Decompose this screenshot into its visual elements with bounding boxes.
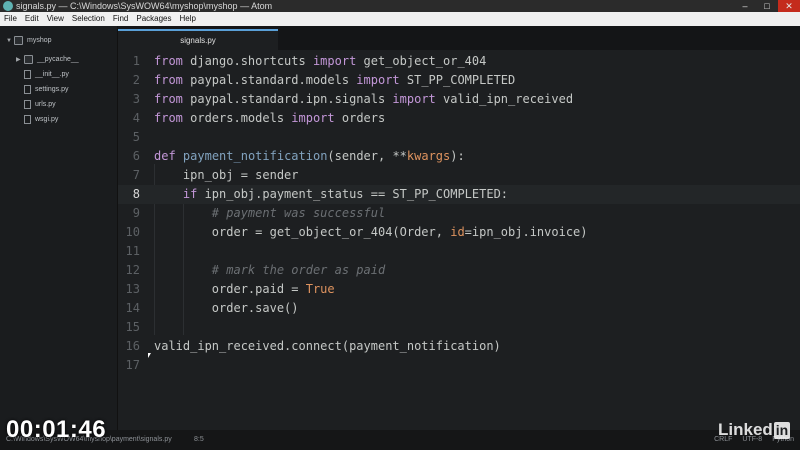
video-timestamp: 00:01:46 <box>6 416 107 443</box>
mouse-pointer-icon <box>148 353 151 358</box>
line-number: 17 <box>125 358 140 372</box>
line-number: 14 <box>125 301 140 315</box>
minimize-button[interactable]: – <box>734 0 756 12</box>
tab-signals-py[interactable]: signals.py <box>118 29 278 50</box>
menu-packages[interactable]: Packages <box>132 12 175 26</box>
file-icon <box>24 99 31 109</box>
code-line[interactable]: 9 # payment was successful <box>118 204 800 223</box>
code-line[interactable]: 17 <box>118 356 800 375</box>
tree-item-urls[interactable]: urls.py <box>24 98 56 112</box>
code-line[interactable]: 6 def payment_notification(sender, **kwar… <box>118 147 800 166</box>
tree-item-settings[interactable]: settings.py <box>24 83 68 97</box>
code-text: # mark the order as paid <box>211 263 386 277</box>
file-icon <box>24 84 31 94</box>
code-line[interactable]: 10 order = get_object_or_404(Order, id=i… <box>118 223 800 242</box>
chevron-right-icon[interactable]: ▶ <box>16 53 24 67</box>
menu-selection[interactable]: Selection <box>68 12 109 26</box>
code-text: valid_ipn_received.connect(payment_notif… <box>154 339 501 353</box>
code-text: def payment_notification(sender, **kwarg… <box>154 149 465 163</box>
status-cursor-position[interactable]: 8:5 <box>194 430 204 450</box>
line-number: 3 <box>132 92 140 106</box>
code-line[interactable]: 14 order.save() <box>118 299 800 318</box>
menu-edit[interactable]: Edit <box>21 12 43 26</box>
chevron-down-icon[interactable]: ▼ <box>6 34 14 48</box>
code-text: ipn_obj = sender <box>154 168 299 182</box>
window-title: signals.py — C:\Windows\SysWOW64\myshop\… <box>16 1 273 11</box>
code-line[interactable]: 4 from orders.models import orders <box>118 109 800 128</box>
code-text: order.paid = True <box>154 282 335 296</box>
folder-icon <box>24 54 33 64</box>
code-line[interactable]: 11 <box>118 242 800 261</box>
menu-help[interactable]: Help <box>176 12 200 26</box>
code-line[interactable]: 16 valid_ipn_received.connect(payment_not… <box>118 337 800 356</box>
code-text: # payment was successful <box>211 206 386 220</box>
code-text: if ipn_obj.payment_status == ST_PP_COMPL… <box>182 187 509 201</box>
tab-bar: signals.py <box>118 26 800 50</box>
line-number: 4 <box>132 111 140 125</box>
menu-bar: File Edit View Selection Find Packages Help <box>0 12 800 26</box>
line-number: 16 <box>125 339 140 353</box>
code-text: from orders.models import orders <box>154 111 386 125</box>
menu-file[interactable]: File <box>0 12 21 26</box>
line-number: 8 <box>132 187 140 201</box>
menu-view[interactable]: View <box>43 12 68 26</box>
line-number: 6 <box>132 149 140 163</box>
linkedin-watermark-logo: Linked in <box>718 420 791 439</box>
atom-app-icon <box>3 1 13 11</box>
line-number: 5 <box>132 130 140 144</box>
code-line[interactable]: 13 order.paid = True <box>118 280 800 299</box>
code-line-active[interactable]: 8 if ipn_obj.payment_status == ST_PP_COM… <box>118 185 800 204</box>
tree-root-myshop[interactable]: ▼ myshop <box>6 34 52 48</box>
code-text: from paypal.standard.ipn.signals import … <box>154 92 574 106</box>
menu-find[interactable]: Find <box>109 12 133 26</box>
file-icon <box>24 69 31 79</box>
line-number: 12 <box>125 263 140 277</box>
code-line[interactable]: 1 from django.shortcuts import get_object… <box>118 52 800 71</box>
line-number: 9 <box>132 206 140 220</box>
code-text: from django.shortcuts import get_object_… <box>154 54 487 68</box>
tree-item-pycache[interactable]: ▶ __pycache__ <box>16 53 79 67</box>
status-bar: C:\Windows\SysWOW64\myshop\payment\signa… <box>0 430 800 450</box>
folder-icon <box>14 35 23 45</box>
line-number: 2 <box>132 73 140 87</box>
code-editor[interactable]: 1 from django.shortcuts import get_object… <box>118 50 800 430</box>
code-text: order.save() <box>154 301 299 315</box>
line-number: 11 <box>125 244 140 258</box>
code-text: from paypal.standard.models import ST_PP… <box>154 73 516 87</box>
code-text: order = get_object_or_404(Order, id=ipn_… <box>154 225 588 239</box>
code-line[interactable]: 5 <box>118 128 800 147</box>
tree-view: ▼ myshop ▶ __pycache__ __init__.py setting… <box>0 26 118 430</box>
file-icon <box>24 114 31 124</box>
line-number: 15 <box>125 320 140 334</box>
code-line[interactable]: 3 from paypal.standard.ipn.signals import… <box>118 90 800 109</box>
code-line[interactable]: 2 from paypal.standard.models import ST_P… <box>118 71 800 90</box>
line-number: 1 <box>132 54 140 68</box>
line-number: 10 <box>125 225 140 239</box>
maximize-button[interactable]: □ <box>756 0 778 12</box>
code-line[interactable]: 12 # mark the order as paid <box>118 261 800 280</box>
tree-item-wsgi[interactable]: wsgi.py <box>24 113 58 127</box>
line-number: 13 <box>125 282 140 296</box>
code-line[interactable]: 15 <box>118 318 800 337</box>
code-line[interactable]: 7 ipn_obj = sender <box>118 166 800 185</box>
close-button[interactable]: ✕ <box>778 0 800 12</box>
tree-item-init[interactable]: __init__.py <box>24 68 69 82</box>
line-number: 7 <box>132 168 140 182</box>
title-bar: signals.py — C:\Windows\SysWOW64\myshop\… <box>0 0 800 12</box>
